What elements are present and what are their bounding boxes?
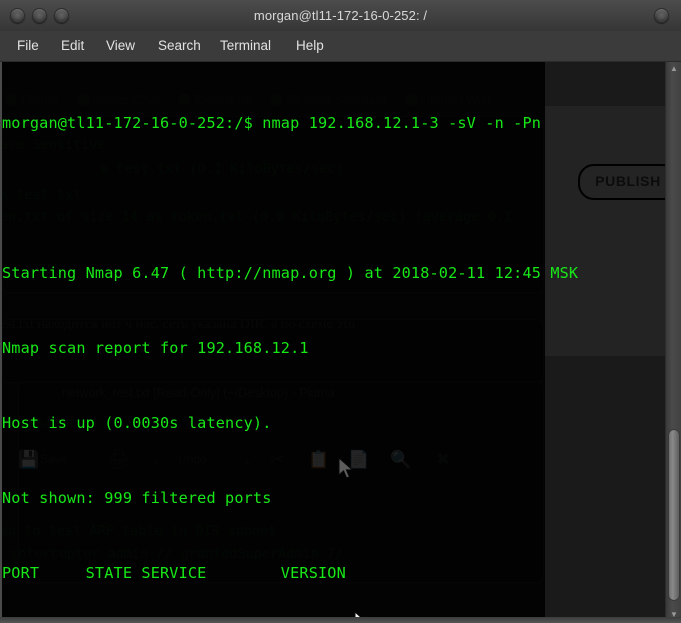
window-bottom-edge [0, 617, 681, 623]
terminal-line: Not shown: 999 filtered ports [2, 489, 272, 507]
terminal-line: Nmap scan report for 192.168.12.1 [2, 339, 309, 357]
menu-help[interactable]: Help [287, 31, 333, 61]
menu-search[interactable]: Search [149, 31, 210, 61]
window-left-edge [0, 61, 2, 623]
terminal-line: Host is up (0.0030s latency). [2, 414, 272, 432]
menu-terminal[interactable]: Terminal [211, 31, 280, 61]
terminal-scrollbar[interactable]: ▲ ▼ [665, 61, 681, 623]
menu-view[interactable]: View [97, 31, 144, 61]
terminal-text: morgan@tl11-172-16-0-252:/$ nmap 192.168… [0, 61, 665, 623]
scrollbar-thumb[interactable] [668, 429, 680, 601]
terminal-line: PORT STATE SERVICE VERSION [2, 564, 346, 582]
terminal-output-area[interactable]: morgan@tl11-172-16-0-252:/$ nmap 192.168… [0, 61, 665, 623]
terminal-window: PUBLISH ForumFrozenChatExploit-dbPentest… [0, 0, 681, 623]
terminal-line: morgan@tl11-172-16-0-252:/$ nmap 192.168… [2, 114, 542, 132]
menu-bar[interactable]: File Edit View Search Terminal Help [0, 31, 681, 62]
scrollbar-up-arrow[interactable]: ▲ [667, 62, 681, 76]
title-bar[interactable]: morgan@tl11-172-16-0-252: / [0, 0, 681, 32]
window-title: morgan@tl11-172-16-0-252: / [253, 8, 428, 23]
terminal-line: Starting Nmap 6.47 ( http://nmap.org ) a… [2, 264, 579, 282]
menu-edit[interactable]: Edit [52, 31, 93, 61]
window-menu-button[interactable] [654, 8, 669, 23]
menu-file[interactable]: File [8, 31, 48, 61]
